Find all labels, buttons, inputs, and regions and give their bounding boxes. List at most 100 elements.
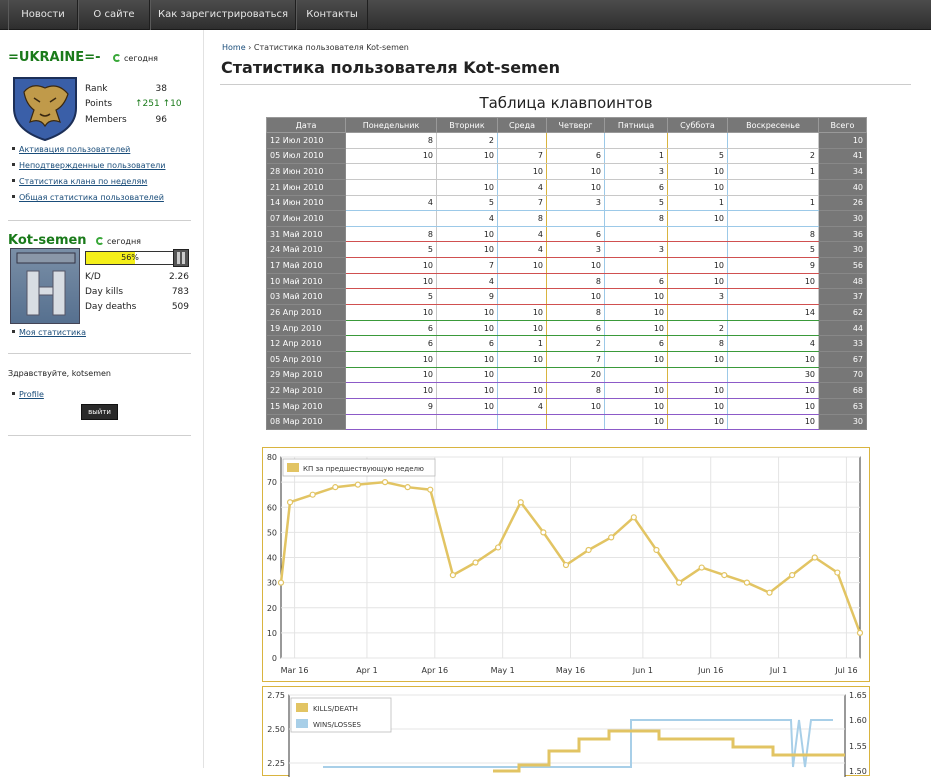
day-cell: 10 — [727, 272, 819, 290]
date-cell: 31 Май 2010 — [266, 225, 346, 243]
day-cell: 6 — [345, 319, 437, 337]
day-cell — [667, 366, 728, 384]
users-stats-link[interactable]: Общая статистика пользователей — [19, 193, 164, 202]
link-clan-weekly-stats[interactable]: Статистика клана по неделям — [12, 174, 165, 190]
day-cell: 10 — [604, 304, 668, 321]
legend-label: WINS/LOSSES — [313, 721, 361, 729]
table-row: 15 Мар 2010 9 10 4 10 10 10 10 63 — [266, 397, 867, 415]
logout-button[interactable]: выйти — [81, 404, 118, 420]
day-cell: 5 — [727, 241, 819, 259]
day-cell: 10 — [497, 257, 547, 274]
data-point — [789, 571, 796, 579]
legend-swatch — [287, 463, 299, 472]
captain-rank-icon — [16, 252, 76, 316]
nav-contacts[interactable]: Контакты — [296, 0, 368, 30]
clan-name[interactable]: =UKRAINE=- — [8, 50, 100, 65]
day-cell: 10 — [546, 163, 605, 180]
day-cell: 6 — [345, 335, 437, 352]
day-cell: 10 — [345, 257, 437, 274]
day-cell: 10 — [667, 178, 728, 196]
user-avatar — [10, 248, 80, 324]
divider — [8, 435, 191, 436]
clan-weekly-stats-link[interactable]: Статистика клана по неделям — [19, 177, 147, 186]
refresh-icon — [113, 54, 121, 62]
link-profile[interactable]: Profile — [12, 387, 44, 403]
profile-link[interactable]: Profile — [19, 390, 44, 399]
data-point — [381, 479, 389, 486]
date-cell: 28 Июн 2010 — [266, 163, 346, 180]
day-cell: 10 — [604, 397, 668, 415]
top-navigation: Новости О сайте Как зарегистрироваться К… — [0, 0, 931, 30]
x-tick-label: Apr 1 — [356, 666, 377, 675]
user-links: Моя статистика — [12, 325, 86, 341]
data-point — [495, 544, 502, 551]
day-cell: 8 — [345, 225, 437, 243]
x-tick-label: May 16 — [556, 666, 585, 675]
x-tick-label: Jul 16 — [834, 666, 857, 675]
y-tick-label-left: 2.25 — [267, 759, 285, 768]
my-stats-link[interactable]: Моя статистика — [19, 328, 86, 337]
day-cell: 10 — [436, 304, 498, 321]
day-cell: 10 — [604, 319, 668, 337]
table-row: 31 Май 2010 8 10 4 6 8 36 — [266, 225, 867, 243]
total-cell: 41 — [818, 147, 867, 165]
day-cell: 4 — [497, 178, 547, 196]
data-point — [277, 579, 285, 586]
rank-value: 38 — [155, 84, 167, 94]
day-cell: 10 — [436, 178, 498, 196]
date-cell: 29 Мар 2010 — [266, 366, 346, 384]
link-activate-users[interactable]: Активация пользователей — [12, 142, 165, 158]
day-cell: 10 — [604, 350, 668, 368]
table-row: 07 Июн 2010 4 8 8 10 30 — [266, 210, 867, 227]
x-tick-label: May 1 — [491, 666, 515, 675]
day-cell: 4 — [497, 241, 547, 259]
day-cell: 2 — [436, 132, 498, 149]
day-cell: 10 — [345, 147, 437, 165]
user-status-text: сегодня — [107, 237, 141, 246]
legend-swatch — [296, 719, 308, 728]
unconfirmed-users-link[interactable]: Неподтвержденные пользователи — [19, 161, 165, 170]
nav-news[interactable]: Новости — [8, 0, 78, 30]
day-cell: 7 — [546, 350, 605, 368]
kd-label: K/D — [85, 272, 101, 282]
bullet-icon — [12, 147, 15, 150]
table-body: 12 Июл 2010 8 2 10 05 Июл 2010 10 10 7 6 1 5 2 41 28 … — [266, 132, 867, 431]
table-row: 14 Июн 2010 4 5 7 3 5 1 1 26 — [266, 194, 867, 212]
y-tick-label-right: 1.65 — [849, 691, 867, 700]
day-cell — [546, 210, 605, 227]
y-tick-label-right: 1.50 — [849, 767, 867, 776]
date-cell: 19 Апр 2010 — [266, 319, 346, 337]
table-row: 05 Июл 2010 10 10 7 6 1 5 2 41 — [266, 147, 867, 165]
activate-users-link[interactable]: Активация пользователей — [19, 145, 130, 154]
breadcrumb-current: Статистика пользователя Kot-semen — [253, 43, 409, 52]
day-cell — [497, 288, 547, 306]
link-users-stats[interactable]: Общая статистика пользователей — [12, 190, 165, 206]
day-cell: 8 — [546, 304, 605, 321]
data-point — [427, 486, 434, 493]
column-header: Среда — [497, 117, 547, 133]
day-cell — [727, 178, 819, 196]
total-cell: 56 — [818, 257, 867, 274]
link-unconfirmed-users[interactable]: Неподтвержденные пользователи — [12, 158, 165, 174]
table-row: 10 Май 2010 10 4 8 6 10 10 48 — [266, 272, 867, 290]
breadcrumb-home[interactable]: Home — [222, 43, 246, 52]
day-cell: 8 — [546, 382, 605, 399]
day-cell: 10 — [436, 350, 498, 368]
day-cell: 2 — [727, 147, 819, 165]
total-cell: 10 — [818, 132, 867, 149]
points-value: ↑251 ↑10 — [135, 99, 182, 109]
date-cell: 24 Май 2010 — [266, 241, 346, 259]
date-cell: 10 Май 2010 — [266, 272, 346, 290]
link-my-stats[interactable]: Моя статистика — [12, 325, 86, 341]
nav-how-to-register[interactable]: Как зарегистрироваться — [150, 0, 296, 30]
title-underline — [220, 84, 911, 85]
day-cell: 7 — [436, 257, 498, 274]
y-tick-label: 10 — [267, 629, 277, 638]
day-cell — [345, 178, 437, 196]
day-cell: 10 — [436, 382, 498, 399]
data-point — [811, 554, 818, 561]
nav-about[interactable]: О сайте — [78, 0, 150, 30]
user-name[interactable]: Kot-semen — [8, 233, 87, 248]
day-cell: 5 — [436, 194, 498, 212]
column-header: Суббота — [667, 117, 728, 133]
